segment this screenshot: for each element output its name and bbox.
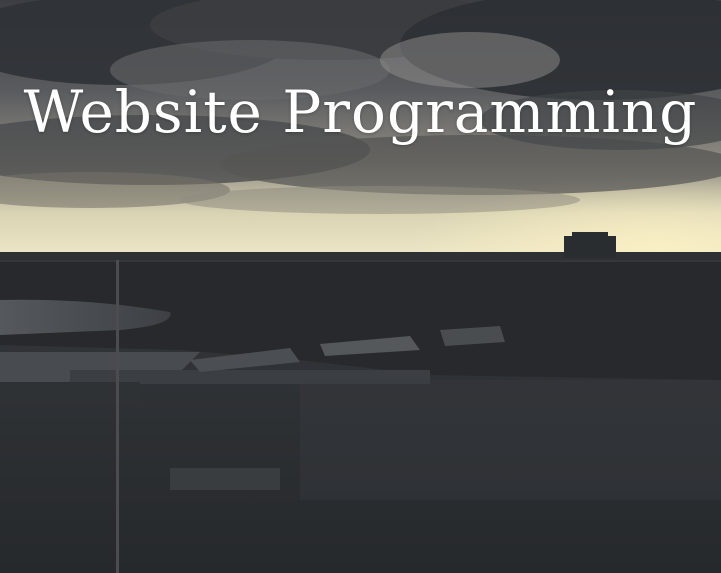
flag-pole xyxy=(116,260,119,573)
hero-title: Website Programming xyxy=(23,78,698,146)
water-sheen xyxy=(300,380,721,500)
hero-banner: Website Programming xyxy=(0,0,721,573)
distant-building xyxy=(564,236,616,258)
